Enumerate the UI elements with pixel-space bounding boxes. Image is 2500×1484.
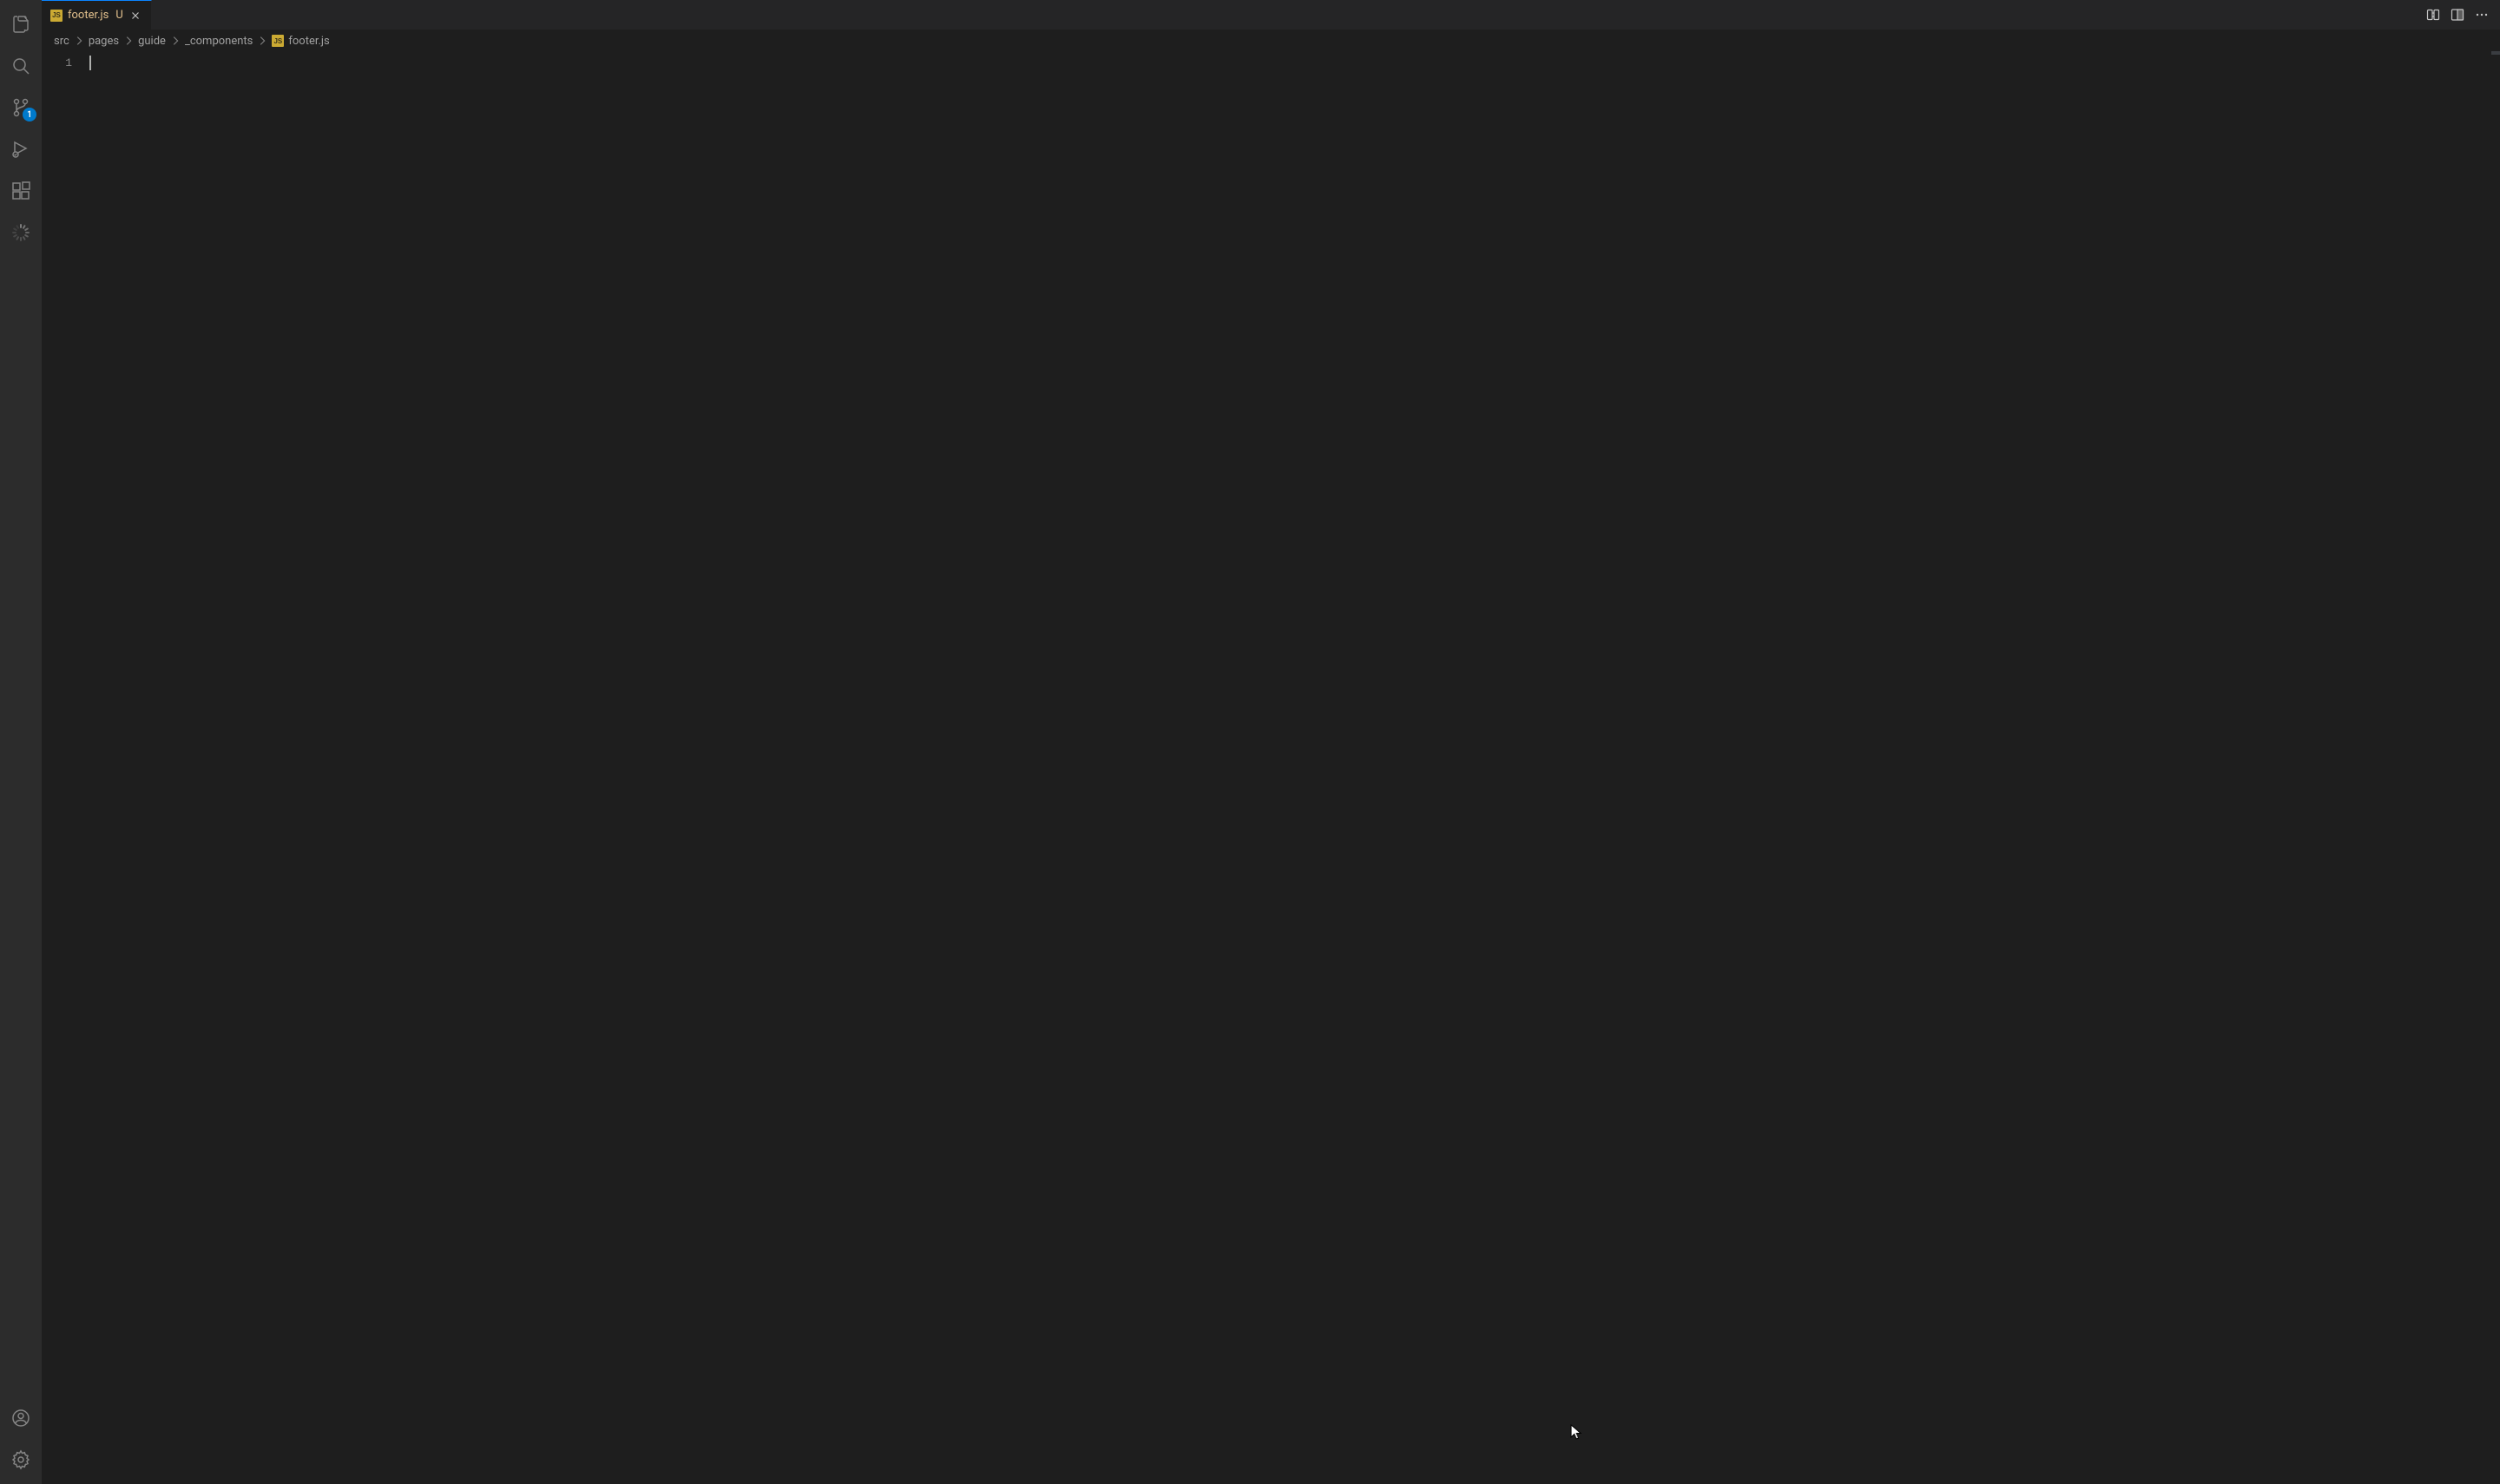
chevron-right-icon [73, 35, 85, 47]
chevron-right-icon [169, 35, 181, 47]
explorer-icon[interactable] [0, 3, 42, 45]
minimap-viewport-marker[interactable] [2491, 51, 2500, 55]
js-file-icon: JS [50, 10, 62, 22]
tab-label: footer.js [68, 9, 109, 22]
code-area[interactable] [89, 51, 2500, 1484]
chevron-right-icon [122, 35, 135, 47]
editor-group: JS footer.js U [42, 0, 2500, 1484]
breadcrumb-pages[interactable]: pages [89, 35, 119, 48]
tab-group: JS footer.js U [42, 0, 152, 30]
tab-git-status: U [115, 9, 122, 22]
breadcrumb-src[interactable]: src [54, 35, 69, 48]
line-number: 1 [42, 55, 72, 71]
line-gutter: 1 [42, 51, 89, 1484]
more-actions-icon[interactable] [2470, 3, 2493, 26]
breadcrumb-guide[interactable]: guide [138, 35, 166, 48]
editor-line [89, 55, 2500, 71]
chevron-right-icon [256, 35, 268, 47]
breadcrumb-file-label: footer.js [288, 35, 329, 48]
split-editor-icon[interactable] [2446, 3, 2469, 26]
extensions-icon[interactable] [0, 170, 42, 212]
tab-footer-js[interactable]: JS footer.js U [42, 0, 152, 30]
tab-bar: JS footer.js U [42, 0, 2500, 30]
activity-bar-top: 1 [0, 3, 42, 253]
loading-spinner-icon[interactable] [0, 212, 42, 253]
source-control-icon[interactable]: 1 [0, 87, 42, 128]
run-debug-icon[interactable] [0, 128, 42, 170]
editor-actions [2422, 0, 2500, 30]
activity-bar: 1 [0, 0, 42, 1484]
settings-gear-icon[interactable] [0, 1439, 42, 1481]
breadcrumb-file[interactable]: JS footer.js [272, 35, 329, 48]
text-cursor [89, 56, 91, 70]
breadcrumb-components[interactable]: _components [185, 35, 253, 48]
close-tab-icon[interactable] [128, 9, 142, 23]
code-editor[interactable]: 1 [42, 51, 2500, 1484]
compare-changes-icon[interactable] [2422, 3, 2444, 26]
breadcrumb: src pages guide _components JS footer.js [42, 30, 2500, 51]
source-control-badge: 1 [23, 108, 36, 121]
accounts-icon[interactable] [0, 1397, 42, 1439]
activity-bar-bottom [0, 1397, 42, 1481]
search-icon[interactable] [0, 45, 42, 87]
js-file-icon: JS [272, 35, 284, 47]
